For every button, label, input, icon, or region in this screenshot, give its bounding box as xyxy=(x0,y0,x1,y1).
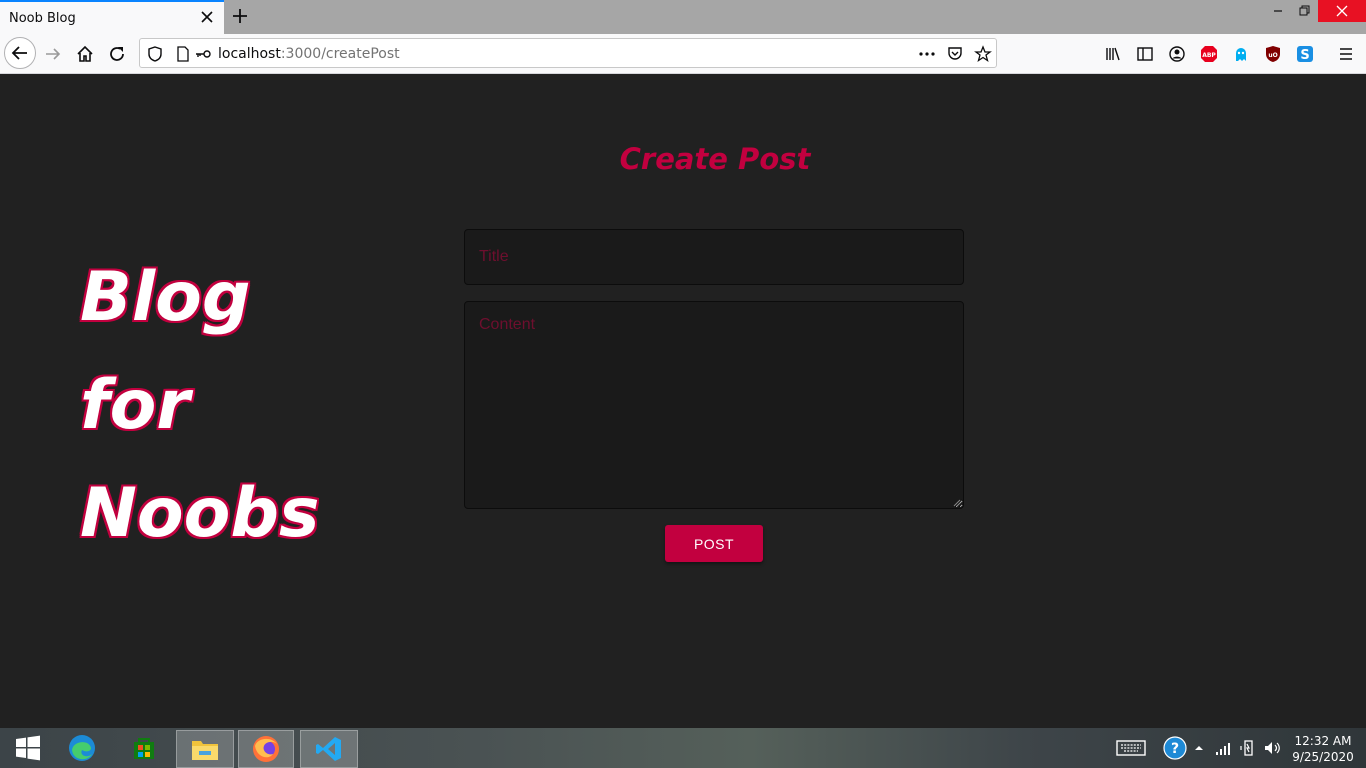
window-close-icon[interactable] xyxy=(1318,0,1366,22)
new-tab-icon[interactable] xyxy=(230,6,250,26)
file-explorer-taskbar-button[interactable] xyxy=(176,730,234,768)
forward-arrow-icon xyxy=(46,48,61,60)
svg-text:S: S xyxy=(1300,48,1309,63)
clock-time: 12:32 AM xyxy=(1294,734,1352,748)
back-button[interactable] xyxy=(4,37,36,69)
ublock-icon[interactable]: uO xyxy=(1264,45,1282,63)
minimize-icon[interactable] xyxy=(1266,0,1290,22)
adblock-plus-icon[interactable]: ABP xyxy=(1200,45,1218,63)
clock-date: 9/25/2020 xyxy=(1292,750,1354,764)
svg-text:?: ? xyxy=(1171,741,1179,757)
home-icon xyxy=(77,45,93,62)
edge-taskbar-button[interactable] xyxy=(54,728,110,768)
hero-line: Noobs xyxy=(80,474,320,553)
content-textarea[interactable] xyxy=(464,301,964,509)
hero-line: for xyxy=(80,366,190,445)
system-clock[interactable]: 12:32 AM 9/25/2020 xyxy=(1286,733,1360,765)
store-taskbar-button[interactable] xyxy=(116,728,172,768)
tab-title: Noob Blog xyxy=(9,11,76,26)
tab-strip: Noob Blog xyxy=(0,0,1366,34)
page-content: Create Post Blog for Noobs POST xyxy=(0,74,1366,728)
more-actions-icon[interactable] xyxy=(918,45,936,63)
key-icon[interactable] xyxy=(194,45,212,63)
vscode-taskbar-button[interactable] xyxy=(300,730,358,768)
url-path: :3000/createPost xyxy=(280,46,400,62)
page-title: Create Post xyxy=(619,142,811,176)
taskbar: ? 12:32 AM 9/25/2020 xyxy=(0,728,1366,768)
url-host: localhost xyxy=(218,46,281,62)
svg-text:ABP: ABP xyxy=(1202,52,1216,59)
bookmark-star-icon[interactable] xyxy=(974,45,992,63)
power-icon[interactable] xyxy=(1238,738,1258,758)
vscode-icon xyxy=(316,737,341,761)
hero-text: Blog for Noobs xyxy=(80,244,320,568)
volume-icon[interactable] xyxy=(1262,738,1282,758)
help-icon[interactable]: ? xyxy=(1163,736,1187,760)
firefox-taskbar-button[interactable] xyxy=(238,730,294,768)
sidebar-icon[interactable] xyxy=(1136,45,1154,63)
chevron-up-icon[interactable] xyxy=(1192,738,1206,758)
resize-grip-icon[interactable] xyxy=(952,498,961,507)
url-text[interactable]: localhost:3000/createPost xyxy=(218,46,400,62)
reload-button[interactable] xyxy=(102,39,132,69)
start-button[interactable] xyxy=(0,728,56,768)
library-icon[interactable] xyxy=(1104,45,1122,63)
account-icon[interactable] xyxy=(1168,45,1186,63)
reload-icon xyxy=(110,47,124,61)
page-icon[interactable] xyxy=(174,45,192,63)
browser-tab[interactable]: Noob Blog xyxy=(0,0,224,34)
pocket-icon[interactable] xyxy=(946,45,964,63)
firefox-icon xyxy=(253,736,279,762)
back-arrow-icon xyxy=(11,46,27,60)
restore-icon[interactable] xyxy=(1292,0,1316,22)
address-bar[interactable]: localhost:3000/createPost xyxy=(139,38,997,68)
hero-line: Blog xyxy=(80,258,251,337)
svg-text:uO: uO xyxy=(1268,52,1277,59)
edge-icon xyxy=(69,735,95,761)
network-icon[interactable] xyxy=(1214,738,1234,758)
store-icon xyxy=(134,738,154,759)
post-button[interactable]: POST xyxy=(665,525,763,562)
navigation-toolbar: localhost:3000/createPost ABP uO S xyxy=(0,34,1366,74)
start-icon xyxy=(16,735,40,761)
keyboard-icon[interactable] xyxy=(1116,738,1146,758)
title-input[interactable] xyxy=(464,229,964,285)
ghostery-icon[interactable] xyxy=(1232,45,1250,63)
shield-icon[interactable] xyxy=(146,45,164,63)
file-explorer-icon xyxy=(192,741,218,760)
s-extension-icon[interactable]: S xyxy=(1296,45,1314,63)
forward-button[interactable] xyxy=(38,39,68,69)
close-tab-icon[interactable] xyxy=(198,8,216,26)
menu-icon[interactable] xyxy=(1337,45,1355,63)
home-button[interactable] xyxy=(70,39,100,69)
